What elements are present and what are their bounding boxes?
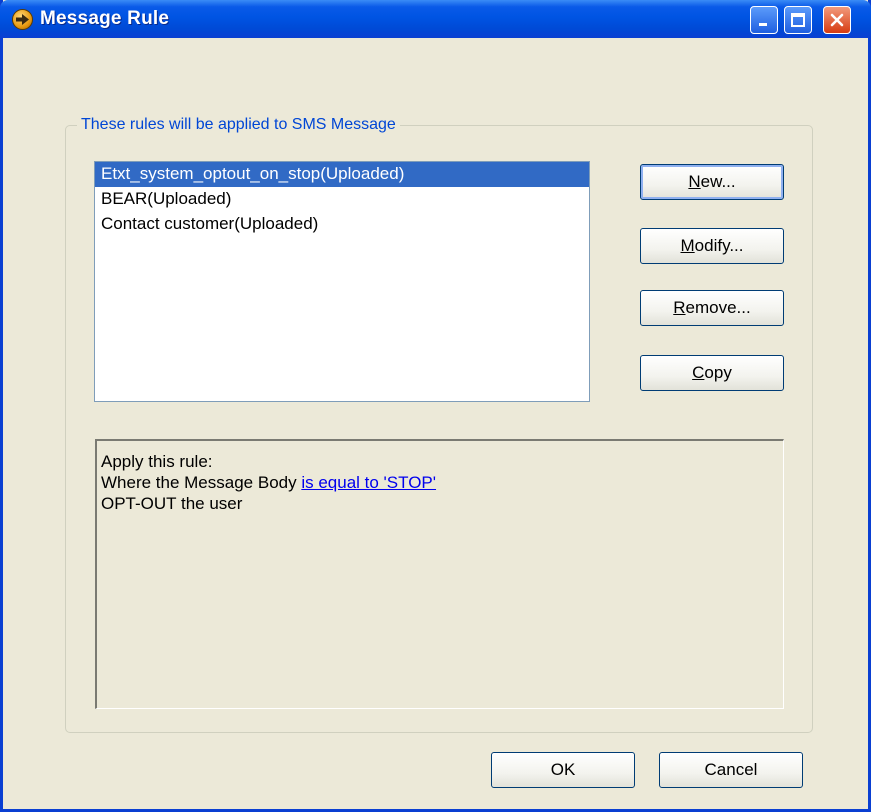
new-mnemonic: N xyxy=(688,172,701,191)
minimize-icon xyxy=(759,23,767,26)
rule-list[interactable]: Etxt_system_optout_on_stop(Uploaded) BEA… xyxy=(94,161,590,402)
condition-link[interactable]: is equal to 'STOP' xyxy=(301,473,436,492)
rule-list-item[interactable]: Contact customer(Uploaded) xyxy=(95,212,589,237)
remove-mnemonic: R xyxy=(673,298,686,317)
maximize-button[interactable] xyxy=(784,6,812,34)
condition-prefix: Where the Message Body xyxy=(101,473,302,492)
ok-button[interactable]: OK xyxy=(491,752,635,788)
remove-label: emove... xyxy=(685,298,751,317)
message-rule-window: Message Rule These rules will be applied… xyxy=(0,0,871,812)
rule-list-item[interactable]: BEAR(Uploaded) xyxy=(95,187,589,212)
description-line-action: OPT-OUT the user xyxy=(101,494,243,513)
title-bar[interactable]: Message Rule xyxy=(0,0,871,38)
modify-button[interactable]: Modify... xyxy=(640,228,784,264)
maximize-icon xyxy=(791,13,805,27)
window-title: Message Rule xyxy=(40,8,170,29)
rule-list-item[interactable]: Etxt_system_optout_on_stop(Uploaded) xyxy=(95,162,589,187)
close-icon xyxy=(830,13,844,27)
copy-button[interactable]: Copy xyxy=(640,355,784,391)
cancel-button[interactable]: Cancel xyxy=(659,752,803,788)
modify-mnemonic: M xyxy=(680,236,695,255)
rule-description: Apply this rule: Where the Message Body … xyxy=(95,439,784,709)
copy-mnemonic: C xyxy=(692,363,705,382)
description-line-condition: Where the Message Body is equal to 'STOP… xyxy=(101,472,779,493)
copy-label: opy xyxy=(704,363,732,382)
close-button[interactable] xyxy=(823,6,851,34)
modify-label: odify... xyxy=(694,236,744,255)
group-label: These rules will be applied to SMS Messa… xyxy=(77,116,400,134)
remove-button[interactable]: Remove... xyxy=(640,290,784,326)
new-button[interactable]: New... xyxy=(640,164,784,200)
minimize-button[interactable] xyxy=(750,6,778,34)
arrow-icon xyxy=(12,9,33,30)
description-line-apply: Apply this rule: xyxy=(101,452,213,471)
new-label: ew... xyxy=(700,172,736,191)
